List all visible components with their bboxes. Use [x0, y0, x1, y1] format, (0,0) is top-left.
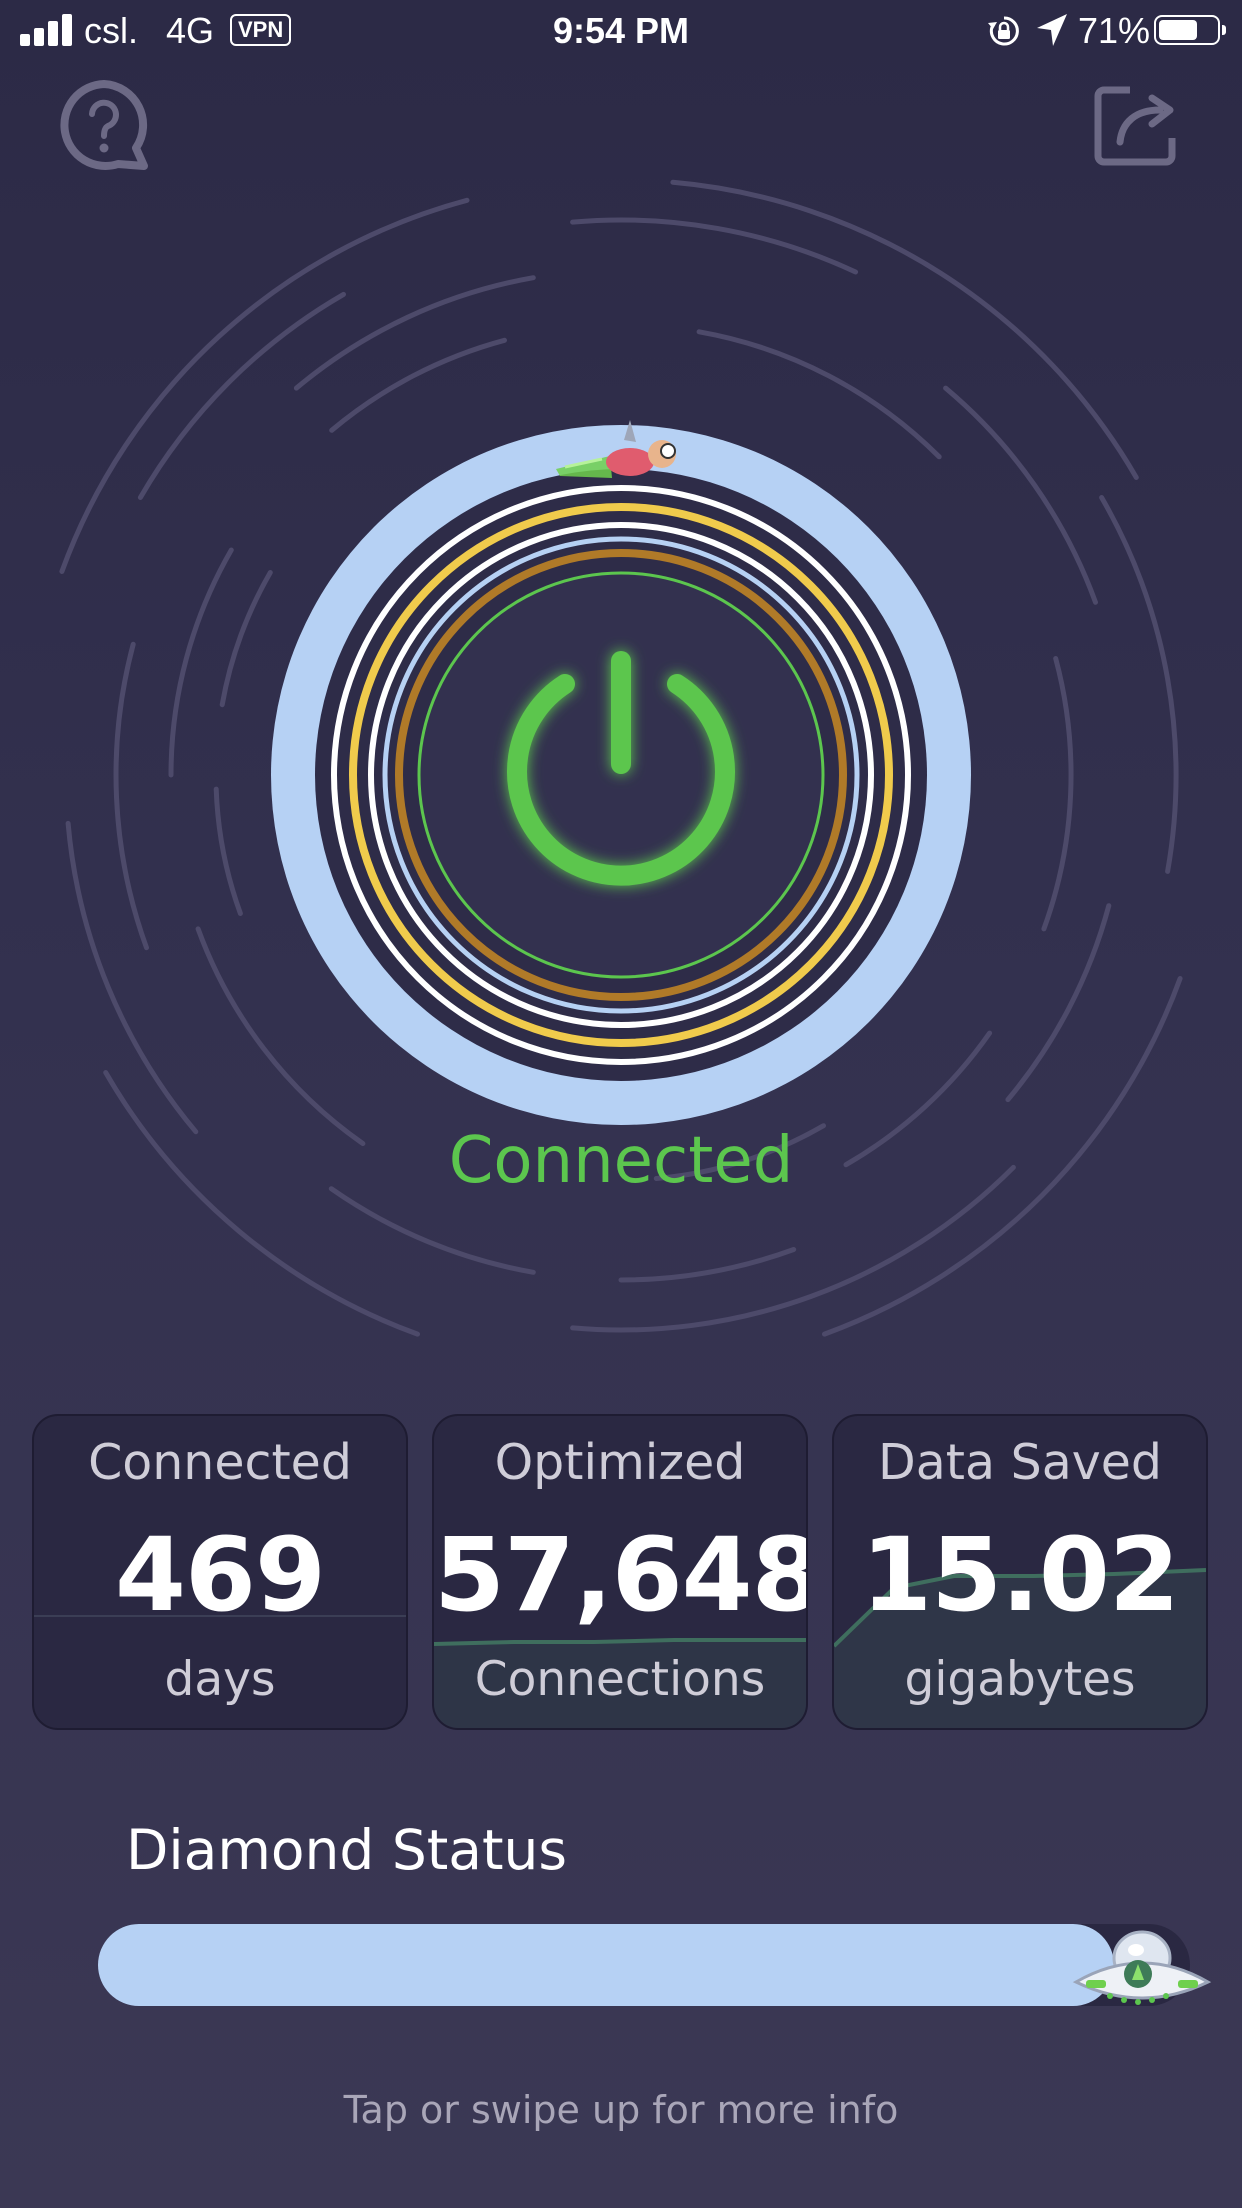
stat-unit: days [164, 1652, 276, 1707]
stat-value: 469 [115, 1516, 326, 1635]
orbit-arc [1099, 495, 1179, 874]
location-arrow-icon [1037, 14, 1067, 46]
connection-status: Connected [448, 1124, 794, 1198]
diamond-status-title: Diamond Status [126, 1818, 568, 1882]
stat-unit: Connections [474, 1652, 766, 1707]
stat-label: Optimized [494, 1434, 746, 1491]
orbit-arc [1005, 903, 1112, 1103]
orbit-arc [328, 1186, 536, 1275]
orbit-arc [943, 385, 1098, 605]
diamond-status-progress-bar[interactable] [98, 1924, 1190, 2006]
stat-label: Connected [88, 1434, 352, 1491]
more-info-hint[interactable]: Tap or swipe up for more info [0, 2088, 1242, 2132]
orbit-arc [1041, 656, 1074, 932]
stat-unit: gigabytes [904, 1652, 1136, 1707]
orbit-arc [213, 786, 243, 916]
orbit-arc [618, 1247, 797, 1283]
battery-percent: 71% [1078, 10, 1151, 51]
orbit-arc [137, 291, 346, 500]
stat-card-data-saved[interactable]: Data Saved 15.02 gigabytes [832, 1414, 1208, 1730]
rotation-lock-icon [988, 16, 1019, 46]
status-bar: csl. 4G VPN 9:54 PM 71% [0, 0, 1242, 62]
progress-fill [98, 1924, 1114, 2006]
connect-toggle-button[interactable] [470, 620, 772, 922]
orbit-arc [219, 570, 273, 708]
stat-value: 57,648 [434, 1516, 808, 1635]
orbit-arc [329, 337, 507, 433]
share-icon[interactable] [1092, 80, 1184, 172]
stat-card-optimized[interactable]: Optimized 57,648 Connections [432, 1414, 808, 1730]
battery-icon [1154, 15, 1226, 45]
ufo-icon [1072, 1930, 1212, 2005]
stat-value: 15.02 [861, 1516, 1180, 1635]
orbit-arc [168, 547, 234, 778]
stat-card-connected[interactable]: Connected 469 days [32, 1414, 408, 1730]
orbit-arc [103, 1070, 420, 1337]
orbit-arc [696, 329, 942, 460]
orbit-arc [670, 179, 1139, 480]
orbit-arc [65, 820, 199, 1135]
stat-label: Data Saved [878, 1434, 1162, 1491]
orbit-arc [113, 641, 149, 951]
orbit-arc [570, 217, 859, 275]
orbit-arc [293, 275, 536, 391]
